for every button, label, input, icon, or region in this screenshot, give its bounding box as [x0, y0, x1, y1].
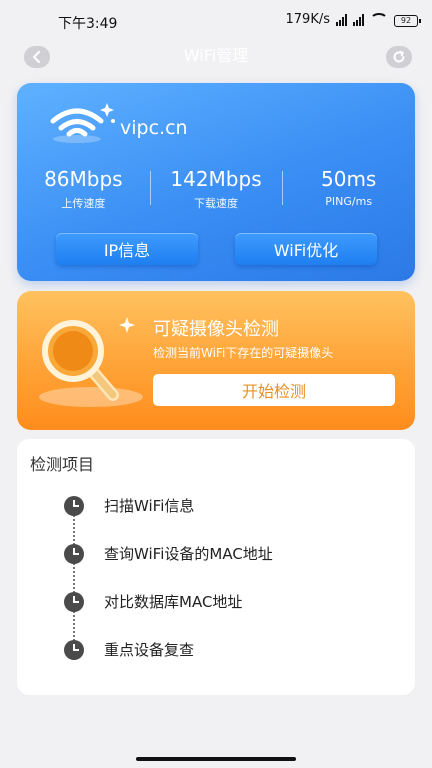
network-speed: 179K/s — [285, 12, 331, 27]
detection-item-label: 查询WiFi设备的MAC地址 — [104, 545, 273, 563]
ping-label: PING/ms — [325, 195, 373, 208]
ping-value: 50ms — [321, 167, 377, 191]
wifi-icon — [50, 103, 115, 143]
upload-stat: 86Mbps 上传速度 — [17, 167, 150, 211]
download-stat: 142Mbps 下载速度 — [149, 167, 283, 211]
refresh-icon — [393, 50, 405, 63]
detection-item-label: 对比数据库MAC地址 — [104, 593, 243, 611]
signal-icon — [336, 13, 347, 26]
upload-speed-label: 上传速度 — [61, 197, 106, 210]
list-item: 对比数据库MAC地址 — [64, 592, 394, 640]
page-title: WiFi管理 — [183, 46, 249, 65]
list-item: 扫描WiFi信息 — [64, 496, 394, 544]
list-item: 查询WiFi设备的MAC地址 — [64, 544, 394, 592]
wifi-info-card: vipc.cn 86Mbps 上传速度 142Mbps 下载速度 50ms PI… — [17, 83, 415, 281]
start-detection-button[interactable]: 开始检测 — [153, 374, 395, 406]
refresh-button[interactable] — [386, 46, 412, 68]
detection-item-label: 重点设备复查 — [104, 641, 195, 659]
status-bar: 下午3:49 179K/s 92 — [0, 0, 432, 40]
wifi-status-icon — [370, 12, 388, 27]
speed-stats: 86Mbps 上传速度 142Mbps 下载速度 50ms PING/ms — [17, 167, 415, 211]
magnifier-icon — [39, 317, 143, 407]
download-speed-label: 下载速度 — [194, 197, 238, 210]
wifi-ssid: vipc.cn — [120, 117, 188, 139]
upload-speed-value: 86Mbps — [44, 167, 123, 191]
battery-icon: 92 — [394, 15, 421, 27]
clock-icon — [64, 544, 84, 564]
status-icons: 179K/s — [285, 12, 388, 27]
clock-icon — [64, 592, 84, 612]
ip-info-button[interactable]: IP信息 — [56, 233, 198, 265]
header: WiFi管理 — [0, 40, 432, 74]
home-indicator[interactable] — [136, 757, 296, 761]
ping-stat: 50ms PING/ms — [282, 167, 415, 211]
signal-icon-2 — [353, 13, 364, 26]
camera-detection-card: 可疑摄像头检测 检测当前WiFi下存在的可疑摄像头 开始检测 — [17, 291, 415, 430]
download-speed-value: 142Mbps — [170, 167, 262, 191]
status-time: 下午3:49 — [58, 16, 118, 32]
camera-detection-description: 检测当前WiFi下存在的可疑摄像头 — [153, 346, 334, 360]
detection-items-title: 检测项目 — [30, 455, 95, 474]
clock-icon — [64, 496, 84, 516]
detection-item-label: 扫描WiFi信息 — [104, 497, 195, 515]
wifi-optimize-button[interactable]: WiFi优化 — [235, 233, 377, 265]
detection-items-card: 检测项目 扫描WiFi信息 查询WiFi设备的MAC地址 对比数据库MAC地址 … — [17, 439, 415, 695]
list-item: 重点设备复查 — [64, 640, 394, 688]
detection-timeline: 扫描WiFi信息 查询WiFi设备的MAC地址 对比数据库MAC地址 重点设备复… — [64, 496, 394, 688]
clock-icon — [64, 640, 84, 660]
camera-detection-title: 可疑摄像头检测 — [153, 319, 279, 340]
